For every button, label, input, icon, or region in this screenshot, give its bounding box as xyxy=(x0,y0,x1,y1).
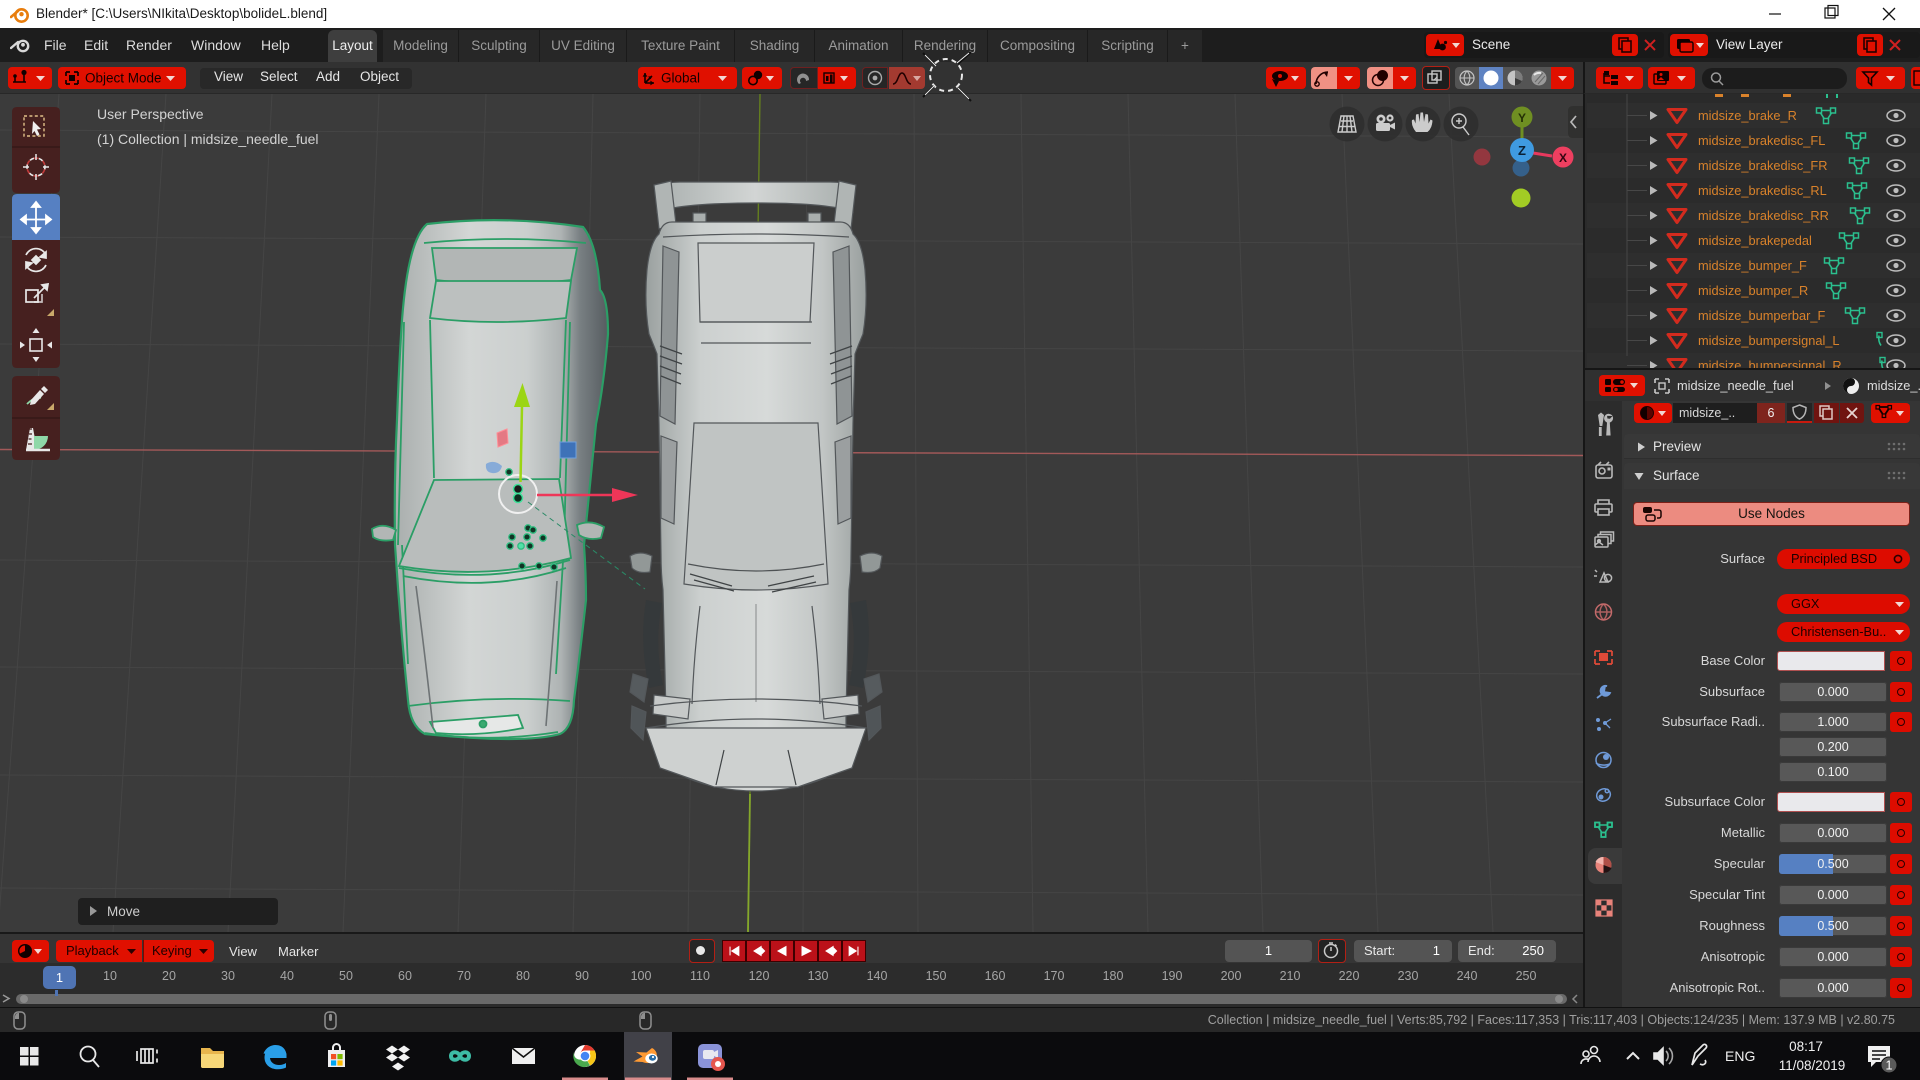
svg-text:1: 1 xyxy=(1886,1059,1893,1073)
svg-text:ENG: ENG xyxy=(1725,1048,1755,1064)
svg-text:midsize_brakedisc_RR: midsize_brakedisc_RR xyxy=(1698,208,1829,223)
svg-text:midsize_brakepedal: midsize_brakepedal xyxy=(1698,233,1812,248)
svg-text:midsize_brakedisc_FL: midsize_brakedisc_FL xyxy=(1698,133,1825,148)
svg-text:midsize_brake_R: midsize_brake_R xyxy=(1698,108,1797,123)
svg-text:midsize_bumpersignal_R: midsize_bumpersignal_R xyxy=(1698,358,1842,368)
svg-text:Y: Y xyxy=(1518,111,1526,125)
svg-text:midsize_bumperbar_F: midsize_bumperbar_F xyxy=(1698,308,1825,323)
svg-text:midsize_brakedisc_RL: midsize_brakedisc_RL xyxy=(1698,183,1827,198)
svg-text:midsize_bumper_F: midsize_bumper_F xyxy=(1698,258,1807,273)
svg-text:Object Mode: Object Mode xyxy=(85,71,162,86)
svg-text:08:17: 08:17 xyxy=(1789,1039,1823,1054)
svg-text:User Perspective: User Perspective xyxy=(97,106,204,122)
svg-text:midsize_bumpersignal_L: midsize_bumpersignal_L xyxy=(1698,333,1840,348)
svg-text:11/08/2019: 11/08/2019 xyxy=(1779,1058,1846,1073)
svg-text:Global: Global xyxy=(661,71,700,86)
svg-text:midsize_bumper_R: midsize_bumper_R xyxy=(1698,283,1808,298)
svg-text:Z: Z xyxy=(1518,143,1526,158)
svg-text:X: X xyxy=(1559,151,1567,165)
svg-text:Move: Move xyxy=(107,904,140,919)
svg-text:(1) Collection | midsize_needl: (1) Collection | midsize_needle_fuel xyxy=(97,131,319,147)
svg-text:midsize_brakedisc_FR: midsize_brakedisc_FR xyxy=(1698,158,1827,173)
